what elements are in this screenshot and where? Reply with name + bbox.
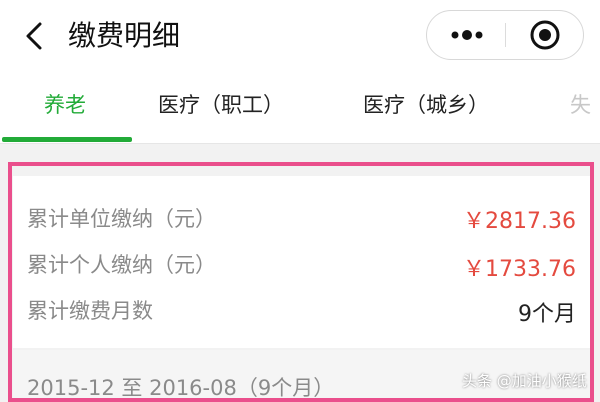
tab-unemployment-partial[interactable]: 失 bbox=[570, 90, 591, 120]
personal-total-value: ￥1733.76 bbox=[463, 257, 576, 282]
close-button[interactable] bbox=[507, 11, 583, 59]
chevron-left-icon[interactable] bbox=[20, 20, 50, 52]
unit-total-value: ￥2817.36 bbox=[463, 209, 576, 234]
tab-medical-employee[interactable]: 医疗（职工） bbox=[158, 90, 284, 120]
target-circle-icon bbox=[530, 20, 560, 50]
more-button[interactable] bbox=[427, 11, 505, 59]
tab-pension[interactable]: 养老 bbox=[44, 90, 86, 120]
active-tab-indicator bbox=[2, 137, 132, 142]
months-label: 累计缴费月数 bbox=[27, 299, 153, 323]
capsule-divider bbox=[505, 23, 506, 47]
page-title: 缴费明细 bbox=[68, 19, 181, 52]
months-value: 9个月 bbox=[518, 302, 576, 327]
period-range: 2015-12 至 2016-08（9个月） bbox=[27, 376, 335, 400]
top-navigation-bar: 缴费明细 bbox=[0, 0, 600, 72]
payment-summary-card: 累计单位缴纳（元） ￥2817.36 累计个人缴纳（元） ￥1733.76 累计… bbox=[13, 176, 590, 348]
personal-total-label: 累计个人缴纳（元） bbox=[27, 253, 216, 277]
more-dots-icon bbox=[451, 30, 483, 40]
unit-total-label: 累计单位缴纳（元） bbox=[27, 207, 216, 231]
watermark: 头条 @加油小猴纸 bbox=[462, 372, 587, 390]
mini-program-capsule bbox=[426, 10, 584, 60]
tab-medical-urban-rural[interactable]: 医疗（城乡） bbox=[363, 90, 489, 120]
insurance-type-tabs: 养老 医疗（职工） 医疗（城乡） 失 bbox=[0, 72, 600, 144]
